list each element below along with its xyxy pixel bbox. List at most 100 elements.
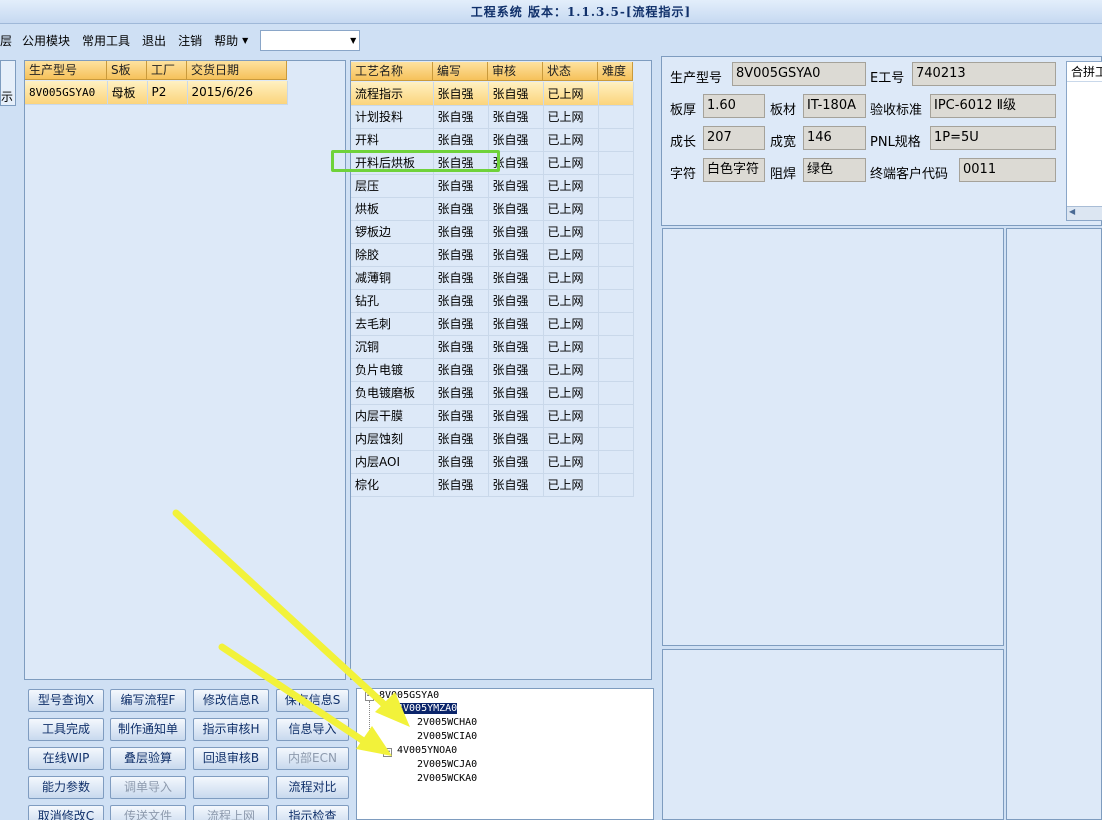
table-row[interactable]: 除胶 张自强 张自强 已上网 [351, 243, 634, 267]
action-button-2[interactable]: 修改信息R [193, 689, 269, 712]
tree-node-2[interactable]: 2V005WCIA0 [417, 731, 477, 742]
col-writer[interactable]: 编写 [433, 62, 488, 80]
menu-item-tools[interactable]: 常用工具 [76, 32, 136, 49]
len-field[interactable]: 207 [703, 126, 765, 150]
action-button-3[interactable]: 保存信息S [276, 689, 349, 712]
proc-difficulty [598, 243, 634, 267]
menu-combo[interactable]: ▼ [260, 29, 361, 51]
action-button-7[interactable]: 信息导入 [276, 718, 349, 741]
title-bar: 工程系统 版本：1.1.3.5-[流程指示] [0, 0, 1102, 24]
col-difficulty[interactable]: 难度 [598, 62, 633, 80]
proc-name: 内层AOI [351, 450, 434, 474]
proc-difficulty [598, 381, 634, 405]
table-row[interactable]: 层压 张自强 张自强 已上网 [351, 174, 634, 198]
proc-status: 已上网 [543, 289, 599, 313]
cust-field[interactable]: 0011 [959, 158, 1056, 182]
action-button-17[interactable]: 传送文件 [110, 805, 186, 820]
table-row[interactable]: 计划投料 张自强 张自强 已上网 [351, 105, 634, 129]
model-field[interactable]: 8V005GSYA0 [732, 62, 866, 86]
proc-reviewer: 张自强 [488, 197, 544, 221]
table-row[interactable]: 去毛刺 张自强 张自强 已上网 [351, 312, 634, 336]
table-row[interactable]: 内层AOI 张自强 张自强 已上网 [351, 450, 634, 474]
table-row[interactable]: 负片电镀 张自强 张自强 已上网 [351, 358, 634, 382]
table-row[interactable]: 烘板 张自强 张自强 已上网 [351, 197, 634, 221]
mask-field[interactable]: 绿色 [803, 158, 866, 182]
table-row[interactable]: 开料 张自强 张自强 已上网 [351, 128, 634, 152]
proc-reviewer: 张自强 [488, 312, 544, 336]
action-button-5[interactable]: 制作通知单 [110, 718, 186, 741]
action-button-19[interactable]: 指示检查 [276, 805, 349, 820]
menu-item-help[interactable]: 帮助 ▼ [208, 32, 254, 49]
proc-difficulty [598, 220, 634, 244]
menu-item-exit[interactable]: 退出 [136, 32, 172, 49]
menu-item-logout[interactable]: 注销 [172, 32, 208, 49]
eno-field[interactable]: 740213 [912, 62, 1056, 86]
table-row[interactable]: 钻孔 张自强 张自强 已上网 [351, 289, 634, 313]
proc-reviewer: 张自强 [488, 473, 544, 497]
proc-name: 内层蚀刻 [351, 427, 434, 451]
proc-status: 已上网 [543, 312, 599, 336]
action-button-11[interactable]: 内部ECN [276, 747, 349, 770]
action-button-15[interactable]: 流程对比 [276, 776, 349, 799]
action-button-12[interactable]: 能力参数 [28, 776, 104, 799]
table-row[interactable]: 流程指示 张自强 张自强 已上网 [351, 82, 634, 106]
col-process[interactable]: 工艺名称 [351, 62, 433, 80]
col-model[interactable]: 生产型号 [25, 61, 107, 79]
preview-panel-right [1006, 228, 1102, 820]
tree-root[interactable]: 8V005GSYA0 [379, 690, 439, 701]
proc-reviewer: 张自强 [488, 450, 544, 474]
col-factory[interactable]: 工厂 [147, 61, 187, 79]
action-button-8[interactable]: 在线WIP [28, 747, 104, 770]
collapse-icon[interactable]: − [365, 692, 374, 701]
table-row[interactable]: 内层干膜 张自强 张自强 已上网 [351, 404, 634, 428]
tree-node-0[interactable]: 4V005YMZA0 [397, 703, 458, 714]
char-field[interactable]: 白色字符 [703, 158, 765, 182]
left-stub-button[interactable]: 示 [0, 60, 16, 106]
table-row[interactable]: 负电镀磨板 张自强 张自强 已上网 [351, 381, 634, 405]
action-button-13[interactable]: 调单导入 [110, 776, 186, 799]
tree-node-3[interactable]: 4V005YNOA0 [397, 745, 457, 756]
proc-status: 已上网 [543, 82, 599, 106]
tree-node-4[interactable]: 2V005WCJA0 [417, 759, 477, 770]
table-row[interactable]: 8V005GSYA0 母板 P2 2015/6/26 [25, 81, 288, 105]
action-button-0[interactable]: 型号查询X [28, 689, 104, 712]
wid-field[interactable]: 146 [803, 126, 866, 150]
h-scrollbar[interactable]: ◀ [1067, 206, 1102, 220]
action-button-16[interactable]: 取消修改C [28, 805, 104, 820]
action-button-14[interactable] [193, 776, 269, 799]
proc-name: 减薄铜 [351, 266, 434, 290]
col-reviewer[interactable]: 审核 [488, 62, 543, 80]
wid-label: 成宽 [770, 135, 797, 150]
table-row[interactable]: 内层蚀刻 张自强 张自强 已上网 [351, 427, 634, 451]
menu-item-public[interactable]: 公用模块 [16, 32, 76, 49]
action-button-4[interactable]: 工具完成 [28, 718, 104, 741]
mat-field[interactable]: IT-180A [803, 94, 866, 118]
action-button-9[interactable]: 叠层验算 [110, 747, 186, 770]
col-sboard[interactable]: S板 [107, 61, 147, 79]
menu-item-stub[interactable]: 层 [0, 32, 16, 49]
proc-name: 锣板边 [351, 220, 434, 244]
collapse-icon[interactable]: − [383, 748, 392, 757]
action-button-18[interactable]: 流程上网 [193, 805, 269, 820]
table-row[interactable]: 沉铜 张自强 张自强 已上网 [351, 335, 634, 359]
table-row[interactable]: 减薄铜 张自强 张自强 已上网 [351, 266, 634, 290]
action-button-6[interactable]: 指示审核H [193, 718, 269, 741]
proc-name: 棕化 [351, 473, 434, 497]
std-field[interactable]: IPC-6012 Ⅱ级 [930, 94, 1056, 118]
action-button-10[interactable]: 回退审核B [193, 747, 269, 770]
col-delivery[interactable]: 交货日期 [187, 61, 287, 79]
collapse-icon[interactable]: − [383, 706, 392, 715]
pnl-field[interactable]: 1P=5U [930, 126, 1056, 150]
col-status[interactable]: 状态 [543, 62, 598, 80]
table-row[interactable]: 锣板边 张自强 张自强 已上网 [351, 220, 634, 244]
table-row[interactable]: 棕化 张自强 张自强 已上网 [351, 473, 634, 497]
action-button-1[interactable]: 编写流程F [110, 689, 186, 712]
scroll-left-icon[interactable]: ◀ [1069, 207, 1075, 216]
proc-writer: 张自强 [433, 450, 489, 474]
tree-node-1[interactable]: 2V005WCHA0 [417, 717, 477, 728]
proc-name: 除胶 [351, 243, 434, 267]
thick-field[interactable]: 1.60 [703, 94, 765, 118]
tree-node-5[interactable]: 2V005WCKA0 [417, 773, 477, 784]
proc-status: 已上网 [543, 266, 599, 290]
proc-reviewer: 张自强 [488, 220, 544, 244]
